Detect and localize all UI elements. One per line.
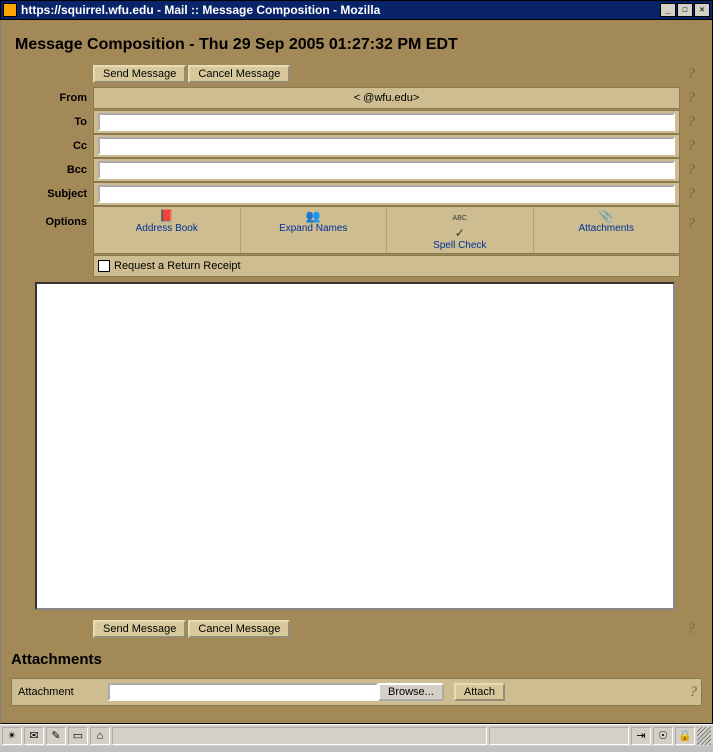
return-receipt-label: Request a Return Receipt: [114, 260, 241, 272]
help-icon[interactable]: ?: [687, 162, 695, 178]
message-body-textarea[interactable]: [35, 282, 675, 610]
statusbar-message: [112, 727, 487, 745]
browse-button[interactable]: Browse...: [378, 683, 444, 701]
page-title: Message Composition - Thu 29 Sep 2005 01…: [11, 30, 702, 62]
resize-grip[interactable]: [697, 727, 711, 745]
statusbar-icon-1[interactable]: ✴: [2, 727, 22, 745]
to-input[interactable]: [98, 113, 675, 131]
top-button-row: Send Message Cancel Message ?: [11, 62, 702, 86]
status-bar: ✴ ✉ ✎ ▭ ⌂ ⇥ ☉ 🔒: [0, 724, 713, 746]
help-icon[interactable]: ?: [687, 90, 695, 106]
client-area: Message Composition - Thu 29 Sep 2005 01…: [0, 20, 713, 724]
attachments-button[interactable]: 📎 Attachments: [534, 207, 680, 253]
help-icon[interactable]: ?: [687, 621, 695, 637]
attachment-label: Attachment: [16, 686, 108, 698]
to-label: To: [11, 116, 93, 128]
attachment-path-input[interactable]: [108, 683, 378, 701]
minimize-button[interactable]: _: [660, 3, 676, 17]
window-title: https://squirrel.wfu.edu - Mail :: Messa…: [21, 3, 660, 17]
expand-names-button[interactable]: 👥 Expand Names: [241, 207, 388, 253]
window-buttons: _ ☐ ✕: [660, 3, 710, 17]
expand-names-icon: 👥: [241, 209, 387, 223]
spell-check-button[interactable]: ABC✓ Spell Check: [387, 207, 534, 253]
maximize-button[interactable]: ☐: [677, 3, 693, 17]
from-value: < @wfu.edu>: [98, 92, 675, 104]
bcc-label: Bcc: [11, 164, 93, 176]
subject-label: Subject: [11, 188, 93, 200]
statusbar-online-icon[interactable]: ⇥: [631, 727, 651, 745]
bcc-input[interactable]: [98, 161, 675, 179]
attachments-label: Attachments: [578, 223, 634, 234]
subject-input[interactable]: [98, 185, 675, 203]
options-label: Options: [11, 206, 93, 228]
close-button[interactable]: ✕: [694, 3, 710, 17]
cancel-button-bottom[interactable]: Cancel Message: [188, 620, 290, 638]
attachment-row: Attachment Browse... Attach ?: [11, 678, 702, 706]
help-icon[interactable]: ?: [687, 186, 695, 202]
spell-check-icon: ABC✓: [387, 209, 533, 240]
attach-button[interactable]: Attach: [454, 683, 505, 701]
statusbar-lock-icon[interactable]: 🔒: [675, 727, 695, 745]
attachments-heading: Attachments: [11, 641, 702, 674]
help-icon[interactable]: ?: [687, 66, 695, 82]
statusbar-panel: [489, 727, 629, 745]
expand-names-label: Expand Names: [279, 223, 347, 234]
statusbar-icon-2[interactable]: ✉: [24, 727, 44, 745]
send-button[interactable]: Send Message: [93, 65, 186, 83]
address-book-icon: 📕: [94, 209, 240, 223]
help-icon[interactable]: ?: [687, 114, 695, 130]
spell-check-label: Spell Check: [433, 240, 486, 251]
options-toolbar: 📕 Address Book 👥 Expand Names ABC✓ Spell…: [93, 206, 680, 254]
from-label: From: [11, 92, 93, 104]
send-button-bottom[interactable]: Send Message: [93, 620, 186, 638]
paperclip-icon: 📎: [534, 209, 680, 223]
statusbar-icon-4[interactable]: ▭: [68, 727, 88, 745]
return-receipt-checkbox[interactable]: [98, 260, 110, 272]
help-icon[interactable]: ?: [690, 684, 698, 701]
statusbar-icon-3[interactable]: ✎: [46, 727, 66, 745]
statusbar-eye-icon[interactable]: ☉: [653, 727, 673, 745]
window-titlebar: https://squirrel.wfu.edu - Mail :: Messa…: [0, 0, 713, 20]
statusbar-icon-5[interactable]: ⌂: [90, 727, 110, 745]
app-favicon: [3, 3, 17, 17]
help-icon[interactable]: ?: [687, 138, 695, 154]
help-icon[interactable]: ?: [687, 216, 695, 232]
cc-label: Cc: [11, 140, 93, 152]
address-book-button[interactable]: 📕 Address Book: [94, 207, 241, 253]
cancel-button[interactable]: Cancel Message: [188, 65, 290, 83]
cc-input[interactable]: [98, 137, 675, 155]
address-book-label: Address Book: [136, 223, 198, 234]
